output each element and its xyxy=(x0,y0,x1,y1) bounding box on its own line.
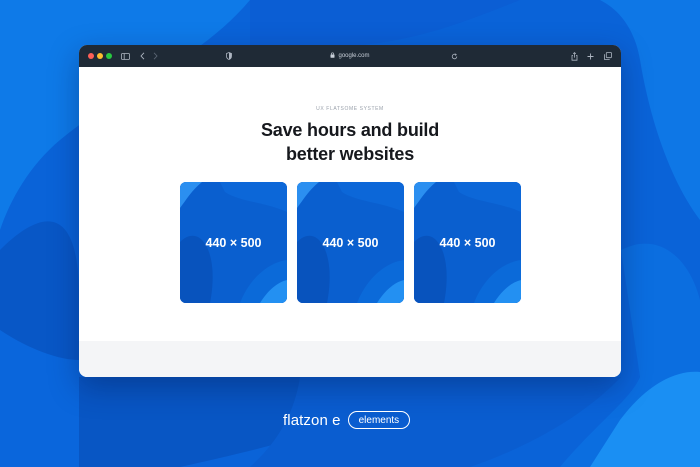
close-window-button[interactable] xyxy=(88,53,94,59)
headline-line-2: better websites xyxy=(285,144,415,164)
card-size-label: 440 × 500 xyxy=(439,235,496,250)
brand-name: flatzon e xyxy=(283,411,341,429)
page-footer-band xyxy=(79,341,621,377)
url-text: google.com xyxy=(338,53,370,59)
new-tab-icon[interactable] xyxy=(586,49,594,63)
reload-icon[interactable] xyxy=(450,49,458,63)
page-headline: Save hours and build better websites xyxy=(79,118,621,166)
sidebar-icon[interactable] xyxy=(120,49,130,63)
image-placeholder-card-3[interactable]: 440 × 500 xyxy=(414,182,521,303)
brand-pill: elements xyxy=(347,411,411,429)
browser-window: google.com UX FLATSOME SYSTEM Save hours… xyxy=(79,45,621,377)
forward-icon[interactable] xyxy=(151,49,159,63)
zoom-window-button[interactable] xyxy=(106,53,112,59)
share-icon[interactable] xyxy=(570,49,578,63)
shield-icon[interactable] xyxy=(225,49,233,63)
card-size-label: 440 × 500 xyxy=(322,235,379,250)
headline-line-1: Save hours and build xyxy=(260,120,440,140)
eyebrow-label: UX FLATSOME SYSTEM xyxy=(316,106,384,112)
minimize-window-button[interactable] xyxy=(97,53,103,59)
back-icon[interactable] xyxy=(138,49,146,63)
card-size-label: 440 × 500 xyxy=(205,235,262,250)
lock-icon xyxy=(330,52,335,60)
image-placeholder-card-1[interactable]: 440 × 500 xyxy=(180,182,287,303)
address-bar[interactable]: google.com xyxy=(309,49,391,63)
browser-toolbar: google.com xyxy=(79,45,621,67)
brand-logo: flatzon e elements xyxy=(283,410,411,430)
tabs-icon[interactable] xyxy=(603,49,612,63)
image-placeholder-card-2[interactable]: 440 × 500 xyxy=(297,182,404,303)
